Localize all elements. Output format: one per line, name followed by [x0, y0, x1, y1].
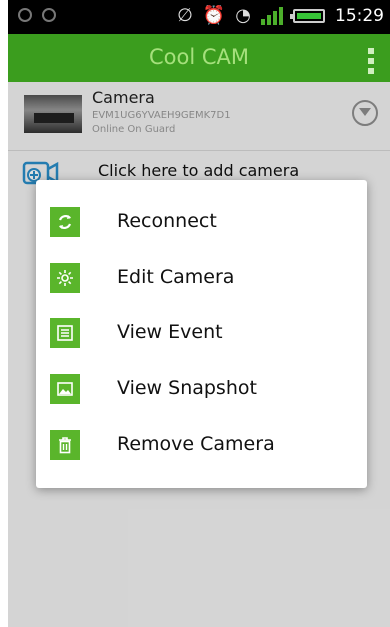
app-bar: Cool CAM — [8, 34, 390, 82]
mute-icon: ∅ — [177, 5, 193, 26]
status-icons: ∅ ⏰ ◔ 15:29 — [177, 5, 384, 26]
gear-icon — [50, 263, 80, 293]
menu-item-label: View Event — [117, 321, 223, 343]
signal-icon — [261, 6, 283, 25]
notification-icon — [18, 8, 32, 22]
image-icon — [50, 374, 80, 404]
menu-item-label: Edit Camera — [117, 266, 235, 288]
app-title: Cool CAM — [148, 45, 250, 69]
list-icon — [50, 318, 80, 348]
alarm-icon: ⏰ — [202, 5, 226, 26]
menu-item-label: Remove Camera — [117, 433, 275, 455]
camera-options-menu: Reconnect Edit Camera View Event View Sn… — [36, 180, 367, 488]
menu-item-view-snapshot[interactable]: View Snapshot — [36, 362, 367, 418]
menu-item-view-event[interactable]: View Event — [36, 306, 367, 362]
wifi-icon: ◔ — [235, 5, 251, 26]
phone-screen: ∅ ⏰ ◔ 15:29 Cool CAM Camera EVM1UG6YVAEH… — [8, 0, 390, 627]
notification-icons — [18, 8, 56, 22]
clock: 15:29 — [335, 5, 384, 26]
menu-item-remove-camera[interactable]: Remove Camera — [36, 418, 367, 474]
refresh-icon — [50, 207, 80, 237]
notification-icon — [42, 8, 56, 22]
menu-item-reconnect[interactable]: Reconnect — [36, 195, 367, 251]
menu-item-label: Reconnect — [117, 210, 217, 232]
status-bar: ∅ ⏰ ◔ 15:29 — [8, 0, 390, 34]
menu-item-edit-camera[interactable]: Edit Camera — [36, 251, 367, 307]
overflow-menu-icon[interactable] — [368, 48, 376, 74]
battery-icon — [290, 8, 325, 23]
menu-item-label: View Snapshot — [117, 377, 257, 399]
trash-icon — [50, 430, 80, 460]
